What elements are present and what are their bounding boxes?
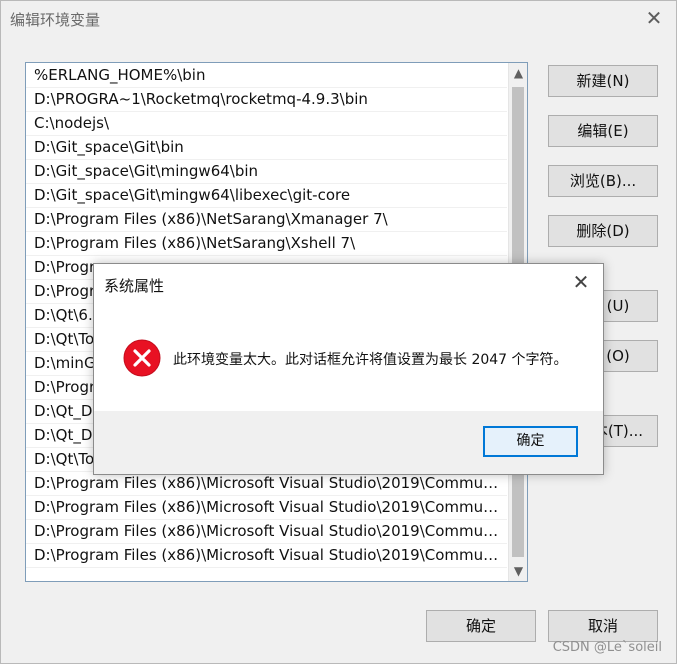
path-list-item[interactable]: D:\Git_space\Git\mingw64\bin bbox=[26, 160, 507, 184]
delete-button[interactable]: 删除(D) bbox=[548, 215, 658, 247]
path-list-item[interactable]: D:\Program Files (x86)\Microsoft Visual … bbox=[26, 520, 507, 544]
path-list-item[interactable]: D:\Program Files (x86)\Microsoft Visual … bbox=[26, 544, 507, 568]
scroll-down-icon[interactable]: ▼ bbox=[511, 563, 526, 579]
scroll-up-icon[interactable]: ▲ bbox=[511, 65, 526, 81]
dialog-message: 此环境变量太大。此对话框允许将值设置为最长 2047 个字符。 bbox=[173, 352, 568, 368]
window-close-icon[interactable]: ✕ bbox=[644, 8, 664, 29]
error-icon bbox=[123, 339, 161, 377]
path-list-item[interactable]: D:\Git_space\Git\bin bbox=[26, 136, 507, 160]
cancel-button[interactable]: 取消 bbox=[548, 610, 658, 642]
window-title: 编辑环境变量 bbox=[10, 11, 101, 29]
dialog-title: 系统属性 bbox=[104, 277, 165, 295]
path-list-item[interactable]: D:\Program Files (x86)\NetSarang\Xmanage… bbox=[26, 208, 507, 232]
path-list-item[interactable]: D:\Program Files (x86)\Microsoft Visual … bbox=[26, 496, 507, 520]
new-button[interactable]: 新建(N) bbox=[548, 65, 658, 97]
edit-button[interactable]: 编辑(E) bbox=[548, 115, 658, 147]
dialog-footer: 确定 bbox=[94, 411, 603, 474]
dialog-ok-button[interactable]: 确定 bbox=[483, 426, 578, 457]
ok-button[interactable]: 确定 bbox=[426, 610, 536, 642]
path-list-item[interactable]: D:\Program Files (x86)\NetSarang\Xshell … bbox=[26, 232, 507, 256]
system-properties-dialog: 系统属性 ✕ 此环境变量太大。此对话框允许将值设置为最长 2047 个字符。 确… bbox=[93, 263, 604, 475]
path-list-item[interactable]: C:\nodejs\ bbox=[26, 112, 507, 136]
path-list-item[interactable]: D:\Git_space\Git\mingw64\libexec\git-cor… bbox=[26, 184, 507, 208]
dialog-close-icon[interactable]: ✕ bbox=[571, 272, 591, 292]
path-list-item[interactable]: D:\Program Files (x86)\Microsoft Visual … bbox=[26, 472, 507, 496]
browse-button[interactable]: 浏览(B)... bbox=[548, 165, 658, 197]
path-list-item[interactable]: D:\PROGRA~1\Rocketmq\rocketmq-4.9.3\bin bbox=[26, 88, 507, 112]
path-list-item[interactable]: %ERLANG_HOME%\bin bbox=[26, 64, 507, 88]
watermark: CSDN @Le`soleil bbox=[552, 640, 662, 655]
